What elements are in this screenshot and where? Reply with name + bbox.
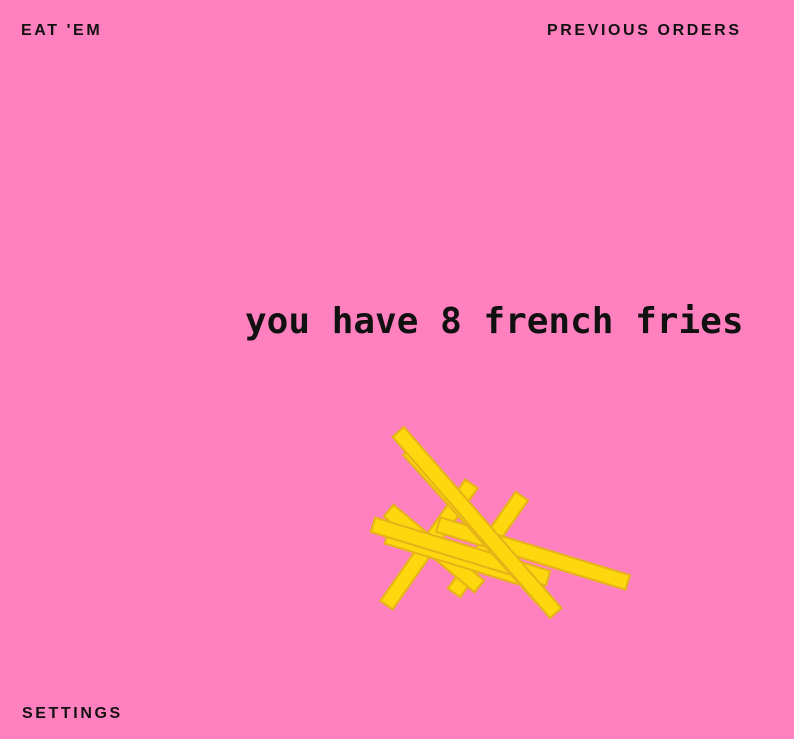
previous-orders-link[interactable]: PREVIOUS ORDERS [547,23,742,39]
fries-pile [0,0,794,739]
settings-link[interactable]: SETTINGS [22,706,123,722]
eat-em-link[interactable]: EAT 'EM [21,23,102,39]
fry-count-message: you have 8 french fries [245,301,744,342]
